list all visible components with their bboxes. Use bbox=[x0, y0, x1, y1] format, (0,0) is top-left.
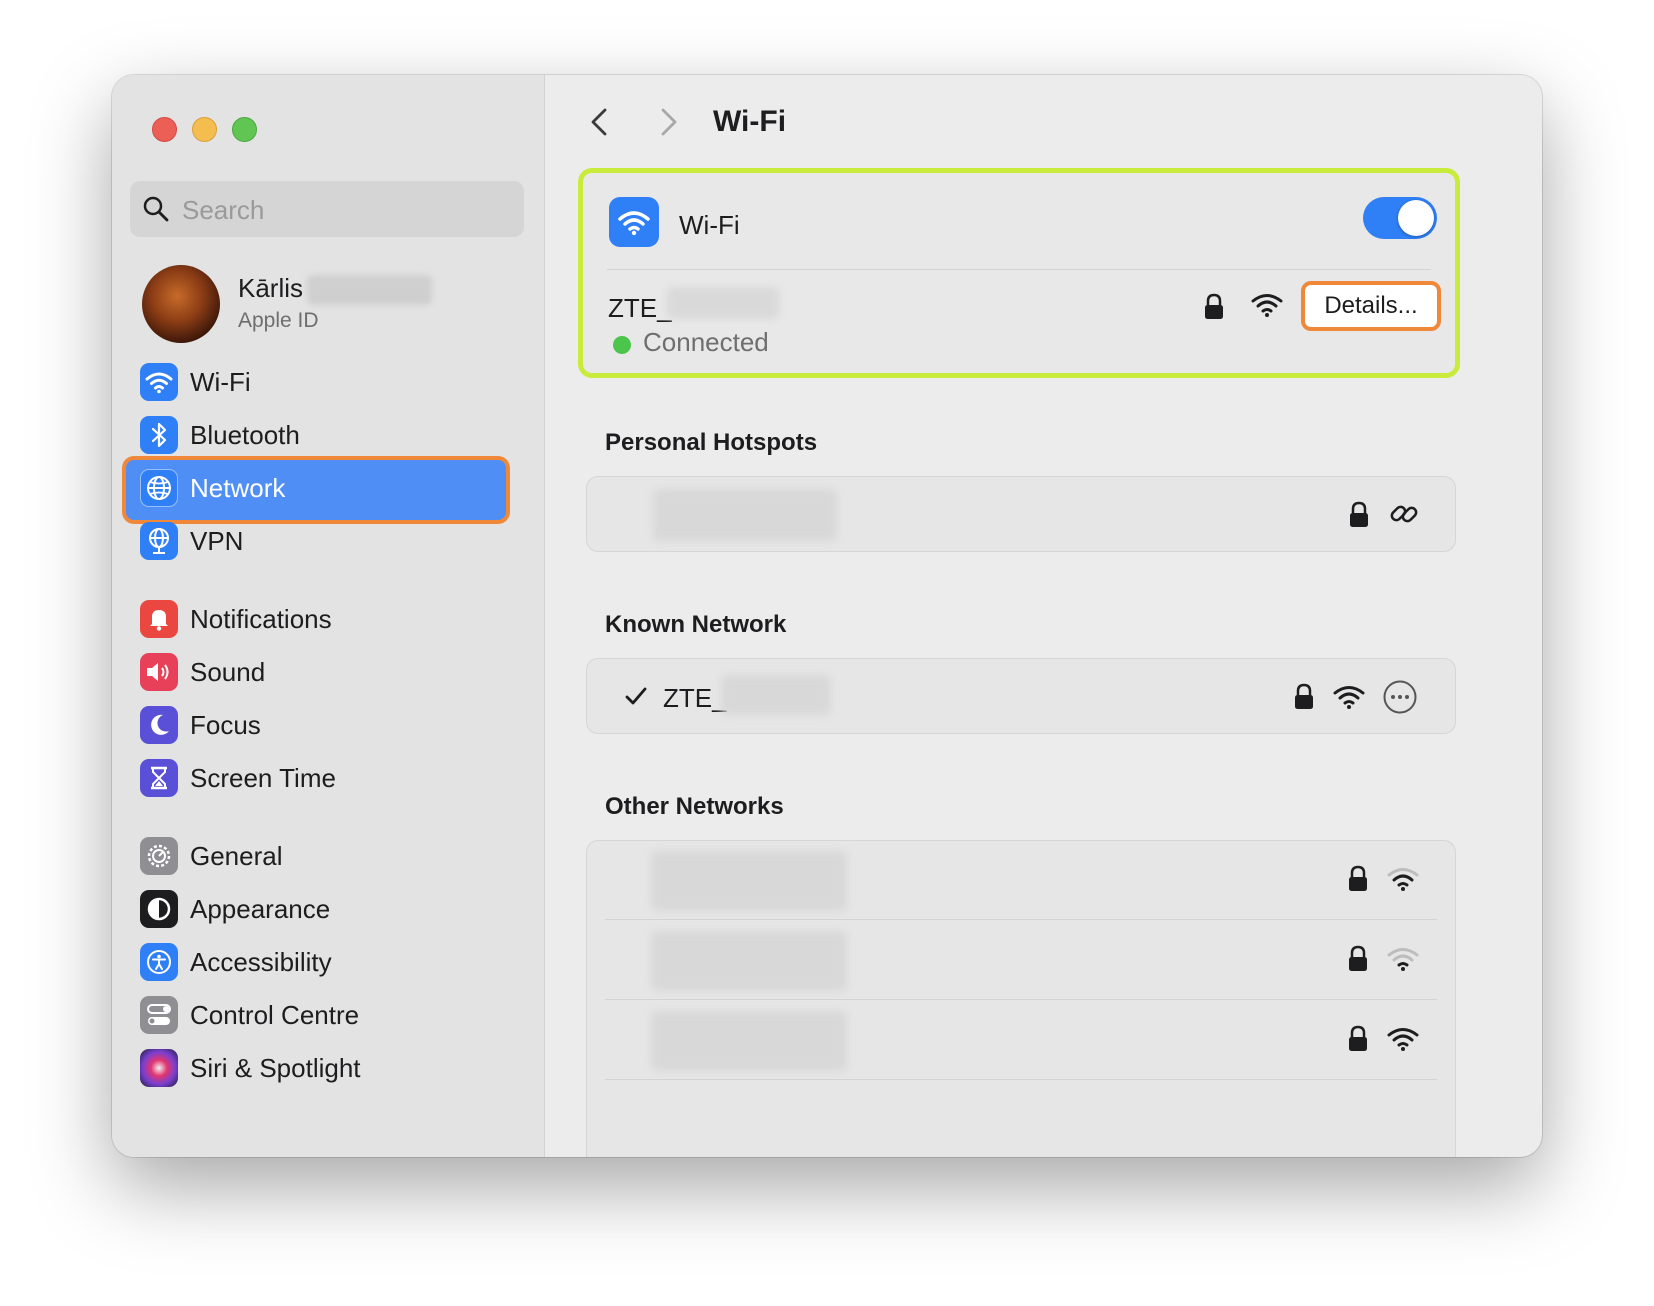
redacted-network-name[interactable] bbox=[651, 1011, 847, 1071]
link-icon bbox=[1390, 505, 1418, 523]
appearance-icon bbox=[140, 890, 178, 928]
sidebar-item-bluetooth[interactable]: Bluetooth bbox=[140, 410, 516, 458]
sidebar-item-label: Siri & Spotlight bbox=[190, 1053, 361, 1083]
speaker-icon bbox=[140, 653, 178, 691]
zoom-window-button[interactable] bbox=[232, 117, 257, 142]
divider bbox=[607, 269, 1431, 270]
bluetooth-icon bbox=[140, 416, 178, 454]
connected-status-dot bbox=[613, 336, 631, 354]
other-networks-group bbox=[586, 840, 1456, 1157]
page-title: Wi-Fi bbox=[713, 105, 787, 138]
control-centre-icon bbox=[140, 996, 178, 1034]
siri-icon bbox=[140, 1049, 178, 1087]
personal-hotspots-group bbox=[586, 476, 1456, 552]
wifi-icon bbox=[609, 197, 659, 247]
checkmark-icon bbox=[625, 687, 647, 705]
sidebar-item-label: Focus bbox=[190, 710, 261, 740]
sidebar-item-network[interactable]: Network bbox=[140, 463, 516, 511]
globe-icon bbox=[140, 469, 178, 507]
divider bbox=[605, 919, 1437, 920]
bell-icon bbox=[140, 600, 178, 638]
personal-hotspots-title: Personal Hotspots bbox=[605, 429, 818, 456]
wifi-signal-weak-icon bbox=[1387, 868, 1419, 891]
redacted-network-suffix bbox=[721, 675, 831, 715]
wifi-signal-icon bbox=[1333, 686, 1365, 709]
lock-icon bbox=[1205, 293, 1223, 319]
lock-icon bbox=[1295, 683, 1313, 709]
redacted-hotspot-name[interactable] bbox=[653, 489, 837, 541]
sidebar-item-siri-spotlight[interactable]: Siri & Spotlight bbox=[140, 1043, 516, 1091]
sidebar-item-label: Accessibility bbox=[190, 947, 332, 977]
close-window-button[interactable] bbox=[152, 117, 177, 142]
divider bbox=[605, 999, 1437, 1000]
back-chevron-icon[interactable] bbox=[585, 107, 615, 137]
sidebar-item-focus[interactable]: Focus bbox=[140, 700, 516, 748]
known-network-group: ZTE_ bbox=[586, 658, 1456, 734]
sidebar-item-general[interactable]: General bbox=[140, 831, 516, 879]
sidebar-item-vpn[interactable]: VPN bbox=[140, 516, 516, 564]
known-network-name[interactable]: ZTE_ bbox=[663, 683, 727, 714]
gear-icon bbox=[140, 837, 178, 875]
wifi-signal-weak-icon bbox=[1387, 948, 1419, 971]
moon-icon bbox=[140, 706, 178, 744]
sidebar-item-label: Appearance bbox=[190, 894, 331, 924]
details-button[interactable]: Details... bbox=[1301, 281, 1441, 331]
wifi-signal-icon bbox=[1251, 294, 1283, 317]
account-subtitle: Apple ID bbox=[238, 309, 319, 332]
forward-chevron-icon[interactable] bbox=[653, 107, 683, 137]
lock-icon bbox=[1350, 501, 1368, 527]
toggle-knob bbox=[1398, 200, 1434, 236]
sidebar-item-sound[interactable]: Sound bbox=[140, 647, 516, 695]
settings-window: Kārlis Apple ID Wi-Fi Bluetooth Network bbox=[112, 75, 1542, 1157]
wifi-status-card: Wi-Fi ZTE_ Connected Details... bbox=[578, 168, 1460, 378]
sidebar: Kārlis Apple ID Wi-Fi Bluetooth Network bbox=[112, 75, 545, 1157]
redacted-network-suffix bbox=[667, 287, 779, 319]
apple-id-account[interactable]: Kārlis Apple ID bbox=[142, 265, 522, 345]
other-networks-title: Other Networks bbox=[605, 793, 784, 820]
known-network-title: Known Network bbox=[605, 611, 787, 638]
current-network-name: ZTE_ bbox=[608, 293, 672, 323]
sidebar-item-wifi[interactable]: Wi-Fi bbox=[140, 357, 516, 405]
search-field[interactable] bbox=[130, 181, 524, 239]
sidebar-item-screen-time[interactable]: Screen Time bbox=[140, 753, 516, 801]
wifi-signal-icon bbox=[1387, 1028, 1419, 1051]
more-options-icon[interactable] bbox=[1382, 679, 1418, 715]
sidebar-item-label: Control Centre bbox=[190, 1000, 360, 1030]
divider bbox=[605, 1079, 1437, 1080]
sidebar-item-label: Notifications bbox=[190, 604, 332, 634]
lock-icon bbox=[1349, 945, 1367, 971]
sidebar-item-accessibility[interactable]: Accessibility bbox=[140, 937, 516, 985]
connection-status: Connected bbox=[643, 327, 769, 357]
main-content: Wi-Fi Wi-Fi ZTE_ Connected Details... Pe… bbox=[545, 75, 1542, 1157]
hourglass-icon bbox=[140, 759, 178, 797]
sidebar-item-label: Network bbox=[190, 473, 286, 503]
sidebar-item-label: Sound bbox=[190, 657, 266, 687]
sidebar-item-label: VPN bbox=[190, 526, 244, 556]
lock-icon bbox=[1349, 1025, 1367, 1051]
account-name: Kārlis bbox=[238, 273, 304, 303]
search-input[interactable] bbox=[180, 181, 514, 239]
search-icon bbox=[143, 196, 169, 222]
vpn-globe-icon bbox=[140, 522, 178, 560]
avatar bbox=[142, 265, 220, 343]
redacted-network-name[interactable] bbox=[651, 851, 847, 911]
wifi-label: Wi-Fi bbox=[679, 210, 740, 240]
redacted-surname bbox=[307, 275, 432, 305]
redacted-network-name[interactable] bbox=[651, 931, 847, 991]
sidebar-item-label: Bluetooth bbox=[190, 420, 300, 450]
wifi-toggle[interactable] bbox=[1363, 197, 1437, 239]
sidebar-item-label: Wi-Fi bbox=[190, 367, 251, 397]
lock-icon bbox=[1349, 865, 1367, 891]
sidebar-item-label: Screen Time bbox=[190, 763, 336, 793]
sidebar-item-notifications[interactable]: Notifications bbox=[140, 594, 516, 642]
minimize-window-button[interactable] bbox=[192, 117, 217, 142]
sidebar-item-control-centre[interactable]: Control Centre bbox=[140, 990, 516, 1038]
wifi-icon bbox=[140, 363, 178, 401]
sidebar-item-label: General bbox=[190, 841, 283, 871]
sidebar-item-appearance[interactable]: Appearance bbox=[140, 884, 516, 932]
accessibility-icon bbox=[140, 943, 178, 981]
